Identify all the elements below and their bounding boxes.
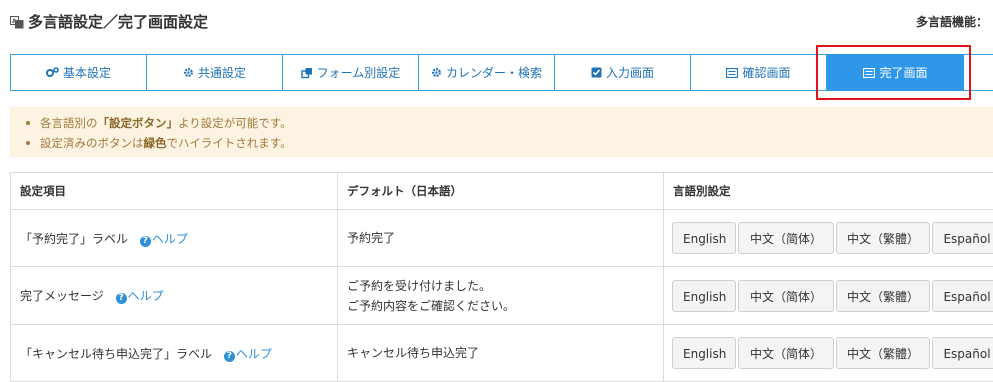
language-buttons-cell: English中文（简体）中文（繁體）Español [664, 267, 993, 325]
language-icon: A [10, 15, 24, 29]
settings-tabs: 基本設定 共通設定 フォーム別設定 カレンダー・検索 入力画面 確認画面 完 [10, 54, 993, 91]
setting-item-label: 「キャンセル待ち申込完了」ラベル [20, 347, 212, 361]
gears-icon [46, 67, 59, 78]
table-row: 完了メッセージ ?ヘルプ ご予約を受け付けました。 ご予約内容をご確認ください。… [11, 267, 993, 325]
tab-basic-settings[interactable]: 基本設定 [11, 55, 147, 90]
question-icon: ? [140, 236, 151, 247]
table-header-row: 設定項目 デフォルト（日本語） 言語別設定 [11, 173, 993, 210]
svg-text:A: A [12, 18, 17, 25]
chinese-simplified-button[interactable]: 中文（简体） [738, 222, 834, 254]
tab-calendar-search[interactable]: カレンダー・検索 [419, 55, 555, 90]
chinese-traditional-button[interactable]: 中文（繁體） [836, 337, 930, 369]
column-header-item: 設定項目 [11, 173, 338, 210]
language-buttons-cell: English中文（简体）中文（繁體）Español [664, 210, 993, 267]
chinese-simplified-button[interactable]: 中文（简体） [738, 337, 834, 369]
notice-text: 各言語別の [40, 116, 98, 130]
default-text-cell: ご予約を受け付けました。 ご予約内容をご確認ください。 [338, 267, 664, 325]
help-link[interactable]: ?ヘルプ [116, 289, 164, 303]
language-function-label: 多言語機能： [916, 13, 988, 30]
setting-item-cell: 「予約完了」ラベル ?ヘルプ [11, 210, 338, 267]
settings-table: 設定項目 デフォルト（日本語） 言語別設定 「予約完了」ラベル ?ヘルプ 予約完… [10, 172, 993, 382]
help-link[interactable]: ?ヘルプ [224, 347, 272, 361]
notice-box: 各言語別の「設定ボタン」より設定が可能です。 設定済みのボタンは緑色でハイライト… [10, 107, 993, 157]
notice-item: 各言語別の「設定ボタン」より設定が可能です。 [22, 113, 993, 133]
tab-label: 共通設定 [198, 64, 246, 81]
english-button[interactable]: English [672, 337, 736, 369]
page-title-text: 多言語設定／完了画面設定 [28, 11, 208, 32]
question-icon: ? [116, 293, 127, 304]
table-row: 「予約完了」ラベル ?ヘルプ 予約完了 English中文（简体）中文（繁體）E… [11, 210, 993, 267]
list-icon [726, 68, 738, 78]
setting-item-cell: 「キャンセル待ち申込完了」ラベル ?ヘルプ [11, 325, 338, 382]
tab-common-settings[interactable]: 共通設定 [147, 55, 283, 90]
spanish-button[interactable]: Español [932, 222, 993, 254]
language-buttons-cell: English中文（简体）中文（繁體）Español [664, 325, 993, 382]
spanish-button[interactable]: Español [932, 280, 993, 312]
copy-icon [301, 67, 313, 79]
table-row: 「キャンセル待ち申込完了」ラベル ?ヘルプ キャンセル待ち申込完了 Englis… [11, 325, 993, 382]
column-header-languages: 言語別設定 [664, 173, 993, 210]
default-text: ご予約を受け付けました。 [347, 276, 654, 296]
tab-confirm-screen[interactable]: 確認画面 [691, 55, 827, 90]
gear-icon [183, 67, 194, 78]
chinese-traditional-button[interactable]: 中文（繁體） [836, 222, 930, 254]
spanish-button[interactable]: Español [932, 337, 993, 369]
notice-emphasis: 「設定ボタン」 [98, 116, 179, 130]
help-label: ヘルプ [152, 232, 188, 246]
setting-item-label: 「予約完了」ラベル [20, 232, 128, 246]
notice-text: でハイライトされます。 [167, 136, 292, 150]
gear-icon [431, 67, 442, 78]
notice-item: 設定済みのボタンは緑色でハイライトされます。 [22, 133, 993, 153]
question-icon: ? [224, 351, 235, 362]
tab-label: 確認画面 [742, 64, 790, 81]
tab-form-settings[interactable]: フォーム別設定 [283, 55, 419, 90]
help-label: ヘルプ [236, 347, 272, 361]
list-icon [863, 68, 875, 78]
english-button[interactable]: English [672, 280, 736, 312]
chinese-traditional-button[interactable]: 中文（繁體） [836, 280, 930, 312]
page-title: A 多言語設定／完了画面設定 [10, 11, 208, 32]
tab-label: 基本設定 [63, 64, 111, 81]
tab-label: フォーム別設定 [317, 64, 401, 81]
checkbox-icon [591, 67, 602, 78]
notice-text: 設定済みのボタンは [40, 136, 144, 150]
notice-emphasis: 緑色 [144, 136, 167, 150]
setting-item-cell: 完了メッセージ ?ヘルプ [11, 267, 338, 325]
english-button[interactable]: English [672, 222, 736, 254]
column-header-default: デフォルト（日本語） [338, 173, 664, 210]
tab-label: 完了画面 [879, 64, 927, 81]
setting-item-label: 完了メッセージ [20, 289, 104, 303]
notice-text: より設定が可能です。 [178, 116, 292, 130]
help-label: ヘルプ [128, 289, 164, 303]
tab-complete-screen[interactable]: 完了画面 [827, 54, 964, 91]
default-text: キャンセル待ち申込完了 [347, 343, 654, 363]
help-link[interactable]: ?ヘルプ [140, 232, 188, 246]
default-text: 予約完了 [347, 228, 654, 248]
default-text-cell: 予約完了 [338, 210, 664, 267]
default-text: ご予約内容をご確認ください。 [347, 296, 654, 316]
default-text-cell: キャンセル待ち申込完了 [338, 325, 664, 382]
page-header: A 多言語設定／完了画面設定 多言語機能： [10, 10, 993, 36]
chinese-simplified-button[interactable]: 中文（简体） [738, 280, 834, 312]
tab-label: 入力画面 [606, 64, 654, 81]
tab-label: カレンダー・検索 [446, 64, 542, 81]
tab-input-screen[interactable]: 入力画面 [555, 55, 691, 90]
